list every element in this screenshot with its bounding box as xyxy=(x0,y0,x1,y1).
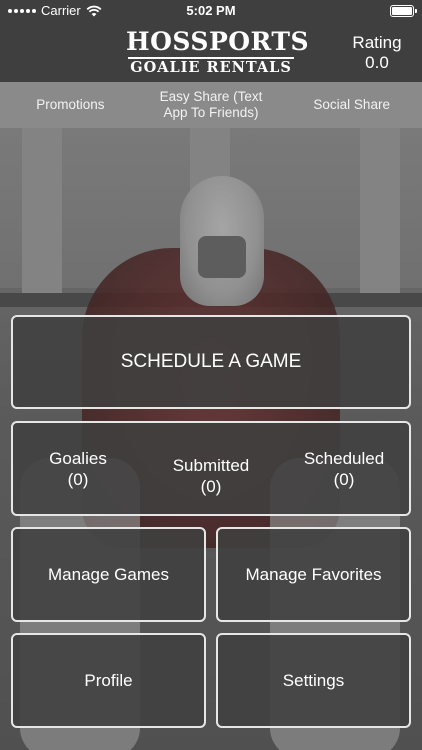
submitted-label: Submitted xyxy=(172,455,250,475)
game-counts-panel: Goalies (0) Submitted (0) Scheduled (0) xyxy=(11,421,411,516)
status-bar: Carrier 5:02 PM xyxy=(0,0,422,22)
scheduled-label: Scheduled xyxy=(303,448,385,468)
share-nav: Promotions Easy Share (Text App To Frien… xyxy=(0,82,422,128)
manage-favorites-button[interactable]: Manage Favorites xyxy=(216,527,411,622)
scheduled-count: Scheduled (0) xyxy=(289,448,399,490)
manage-games-label: Manage Games xyxy=(48,564,169,584)
promotions-link[interactable]: Promotions xyxy=(0,97,141,113)
goalies-label: Goalies xyxy=(49,448,107,468)
app-header: HOSSPORTS GOALIE RENTALS Rating 0.0 xyxy=(0,22,422,82)
status-time: 5:02 PM xyxy=(186,3,236,18)
manage-favorites-label: Manage Favorites xyxy=(245,564,382,584)
logo-line2: GOALIE RENTALS xyxy=(130,59,292,76)
settings-label: Settings xyxy=(282,670,345,690)
schedule-game-label: SCHEDULE A GAME xyxy=(120,351,302,372)
manage-games-button[interactable]: Manage Games xyxy=(11,527,206,622)
battery-icon xyxy=(390,5,417,17)
schedule-game-button[interactable]: SCHEDULE A GAME xyxy=(11,315,411,409)
submitted-count: Submitted (0) xyxy=(156,455,266,497)
goalies-value: (0) xyxy=(67,469,89,489)
submitted-value: (0) xyxy=(200,476,222,496)
hossports-logo: HOSSPORTS GOALIE RENTALS xyxy=(126,27,310,76)
profile-button[interactable]: Profile xyxy=(11,633,206,728)
rating-label: Rating xyxy=(352,33,402,52)
easy-share-link[interactable]: Easy Share (Text App To Friends) xyxy=(141,89,282,121)
rating-value: 0.0 xyxy=(365,53,389,72)
scheduled-value: (0) xyxy=(333,469,355,489)
rating-display: Rating 0.0 xyxy=(342,33,412,73)
settings-button[interactable]: Settings xyxy=(216,633,411,728)
profile-label: Profile xyxy=(84,670,133,690)
logo-line1: HOSSPORTS xyxy=(126,27,310,56)
goalies-count: Goalies (0) xyxy=(23,448,133,490)
social-share-link[interactable]: Social Share xyxy=(281,97,422,113)
